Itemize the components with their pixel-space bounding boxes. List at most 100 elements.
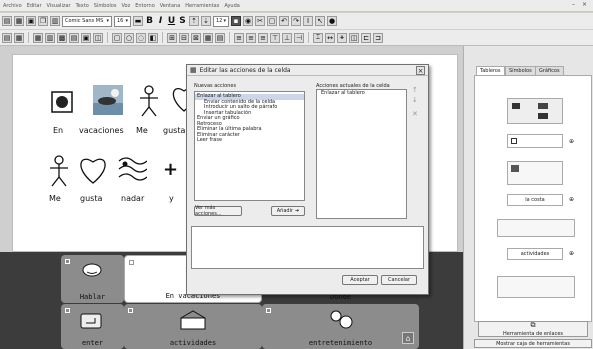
copy-icon[interactable]: ❐ xyxy=(38,16,48,26)
cell-checkbox[interactable] xyxy=(65,259,70,264)
menu-ayuda[interactable]: Ayuda xyxy=(224,3,239,9)
show-toolbox-button[interactable]: Mostrar caja de herramientas xyxy=(474,339,592,348)
close-window-icon[interactable]: × xyxy=(582,1,587,8)
remove-icon[interactable]: ✕ xyxy=(412,110,418,118)
grid-view-icon[interactable]: ▤ xyxy=(2,32,12,43)
tab-graficos[interactable]: Gráficos xyxy=(535,66,564,75)
valign-top-icon[interactable]: ⊤ xyxy=(270,32,280,43)
board-thumbnail[interactable] xyxy=(507,134,563,148)
text-cursor-icon[interactable]: I xyxy=(303,16,313,26)
cells-icon[interactable]: ▩ xyxy=(57,32,67,43)
frame-icon[interactable]: ▢ xyxy=(267,16,277,26)
bold-icon[interactable]: B xyxy=(145,16,154,26)
save-icon[interactable]: ▣ xyxy=(26,16,36,26)
bracket-left-icon[interactable]: ⊏ xyxy=(361,32,371,43)
bracket-right-icon[interactable]: ⊐ xyxy=(373,32,383,43)
color-icon[interactable]: ▬ xyxy=(133,16,143,26)
align-left-icon[interactable]: ≡ xyxy=(234,32,244,43)
available-actions-list[interactable]: Enlazar al tablero Enviar contenido de l… xyxy=(194,91,305,201)
align-center-icon[interactable]: ≡ xyxy=(246,32,256,43)
font-select[interactable]: Comic Sans MS ▾ xyxy=(62,15,112,27)
add-action-button[interactable]: Añadir ➔ xyxy=(271,206,305,216)
line-spacing-up-icon[interactable]: ⇡ xyxy=(189,16,199,26)
border-icon[interactable]: ▢ xyxy=(112,32,122,43)
circle-icon[interactable]: ○ xyxy=(124,32,134,43)
record-icon[interactable]: ● xyxy=(327,16,337,26)
sym-icon[interactable]: ⚹ xyxy=(337,32,347,43)
tab-simbolos[interactable]: Símbolos xyxy=(505,66,536,75)
shape-icon[interactable]: ◌ xyxy=(136,32,146,43)
cell-checkbox[interactable] xyxy=(266,308,271,313)
cell-checkbox[interactable] xyxy=(128,308,133,313)
insert-col-icon[interactable]: ⊟ xyxy=(179,32,189,43)
menu-texto[interactable]: Texto xyxy=(76,3,89,9)
color-fill-icon[interactable]: ◧ xyxy=(148,32,158,43)
size-select[interactable]: 12 ▾ xyxy=(213,15,229,27)
font-size-select[interactable]: 16 ▾ xyxy=(114,15,131,27)
align-right-icon[interactable]: ≡ xyxy=(258,32,268,43)
doc-view-icon[interactable]: ▦ xyxy=(14,32,24,43)
underline-icon[interactable]: U xyxy=(167,16,176,26)
grid-cell-hablar[interactable]: Hablar xyxy=(61,255,124,303)
current-action-item[interactable]: Enlazar al tablero xyxy=(317,90,406,97)
columns-icon[interactable]: ▥ xyxy=(45,32,55,43)
menu-archivo[interactable]: Archivo xyxy=(3,3,22,9)
accept-button[interactable]: Aceptar xyxy=(342,275,378,285)
delete-col-icon[interactable]: ▦ xyxy=(203,32,213,43)
line-spacing-down-icon[interactable]: ⇣ xyxy=(201,16,211,26)
undo-icon[interactable]: ↶ xyxy=(279,16,289,26)
board-thumbnail[interactable] xyxy=(497,276,575,298)
menu-herramientas[interactable]: Herramientas xyxy=(185,3,219,9)
cell-checkbox[interactable] xyxy=(65,308,70,313)
tab-tableros[interactable]: Tableros xyxy=(476,66,505,75)
open-icon[interactable]: ▦ xyxy=(14,16,24,26)
menu-ventana[interactable]: Ventana xyxy=(160,3,181,9)
move-up-icon[interactable]: ↑ xyxy=(412,86,418,94)
insert-row-icon[interactable]: ⊞ xyxy=(167,32,177,43)
close-icon[interactable]: × xyxy=(416,66,425,75)
cancel-button[interactable]: Cancelar xyxy=(381,275,417,285)
pointer-icon[interactable]: ↖ xyxy=(315,16,325,26)
grid-cell-actividades[interactable]: actividades xyxy=(124,304,262,349)
redo-icon[interactable]: ↷ xyxy=(291,16,301,26)
board-thumbnail[interactable] xyxy=(497,219,575,237)
menu-simbolos[interactable]: Símbolos xyxy=(94,3,117,9)
link-icon[interactable]: ↔ xyxy=(325,32,335,43)
cell-icon[interactable]: ▪ xyxy=(231,16,241,26)
valign-bottom-icon[interactable]: ⊥ xyxy=(282,32,292,43)
available-action-item[interactable]: Leer frase xyxy=(195,137,304,144)
strike-icon[interactable]: S xyxy=(178,16,187,26)
board-preview-list[interactable]: ⊕ la costa ⊕ actividades ⊕ xyxy=(474,75,592,322)
links-tool-button[interactable]: ⧉ Herramienta de enlaces xyxy=(478,321,588,337)
menu-editar[interactable]: Editar xyxy=(27,3,42,9)
move-down-icon[interactable]: ↓ xyxy=(412,96,418,104)
menu-voz[interactable]: Voz xyxy=(121,3,130,9)
more-actions-button[interactable]: Ver más acciones... xyxy=(194,205,242,217)
table-props-icon[interactable]: ▤ xyxy=(215,32,225,43)
menu-entorno[interactable]: Entorno xyxy=(135,3,155,9)
italic-icon[interactable]: I xyxy=(156,16,165,26)
grid-cell-enter[interactable]: enter xyxy=(61,304,124,349)
grid-cell-entretenimiento[interactable]: entretenimiento ⌂ xyxy=(262,304,419,349)
cursor-icon[interactable]: ⌶ xyxy=(313,32,323,43)
home-icon[interactable]: ⌂ xyxy=(402,332,414,344)
board-thumbnail[interactable] xyxy=(507,161,563,185)
valign-middle-icon[interactable]: ⊣ xyxy=(294,32,304,43)
rows-icon[interactable]: ▤ xyxy=(69,32,79,43)
split-icon[interactable]: ◫ xyxy=(93,32,103,43)
cell-checkbox[interactable] xyxy=(129,260,134,265)
board-label-la-costa[interactable]: la costa xyxy=(507,194,563,206)
cut-icon[interactable]: ✂ xyxy=(255,16,265,26)
delete-row-icon[interactable]: ⊠ xyxy=(191,32,201,43)
table-icon[interactable]: ▦ xyxy=(33,32,43,43)
board-label-actividades[interactable]: actividades xyxy=(507,248,563,260)
board-thumbnail[interactable] xyxy=(507,98,563,124)
menu-visualizar[interactable]: Visualizar xyxy=(47,3,71,9)
new-doc-icon[interactable]: ▤ xyxy=(2,16,12,26)
dock-icon[interactable]: ◫ xyxy=(349,32,359,43)
minimize-icon[interactable]: – xyxy=(572,1,575,8)
paste-icon[interactable]: ▥ xyxy=(50,16,60,26)
merge-icon[interactable]: ▣ xyxy=(81,32,91,43)
current-actions-list[interactable]: Enlazar al tablero xyxy=(316,89,407,219)
paint-icon[interactable]: ◉ xyxy=(243,16,253,26)
